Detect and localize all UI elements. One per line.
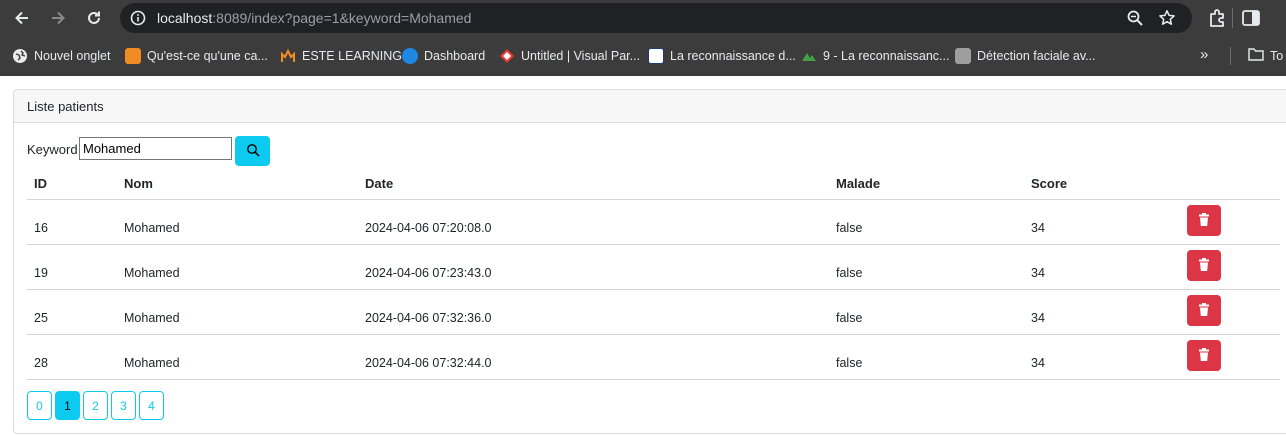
bookmark-label: Détection faciale av... [977,49,1096,63]
site-info-icon[interactable] [130,10,146,26]
side-panel-icon[interactable] [1240,7,1262,29]
table-row: 16 Mohamed 2024-04-06 07:20:08.0 false 3… [27,200,1280,245]
cell-malade: false [836,311,863,325]
bookmark-label: 9 - La reconnaissanc... [823,49,950,63]
page-button-3[interactable]: 3 [111,391,136,420]
delete-button[interactable] [1187,205,1221,236]
patients-card: Liste patients Keyword ID Nom Date Malad… [13,89,1286,434]
cell-id: 28 [34,356,48,370]
delete-button[interactable] [1187,340,1221,371]
bookmark-label: Untitled | Visual Par... [521,49,641,63]
table-row: 28 Mohamed 2024-04-06 07:32:44.0 false 3… [27,335,1280,380]
site-favicon-icon [125,48,141,64]
browser-chrome: localhost:8089/index?page=1&keyword=Moha… [0,0,1286,76]
card-header: Liste patients [14,90,1286,123]
cell-score: 34 [1031,221,1045,235]
cell-date: 2024-04-06 07:23:43.0 [365,266,492,280]
column-header-nom: Nom [124,176,153,191]
cell-nom: Mohamed [124,356,180,370]
bookmark-label: Qu'est-ce qu'une ca... [147,49,268,63]
bookmark-label: ESTE LEARNING [302,49,403,63]
column-header-score: Score [1031,176,1068,191]
cell-score: 34 [1031,356,1045,370]
cell-id: 19 [34,266,48,280]
back-arrow-icon[interactable] [10,6,34,30]
bookmark-item[interactable]: Qu'est-ce qu'une ca... [125,47,268,65]
page-button-2[interactable]: 2 [83,391,108,420]
site-favicon-icon [801,48,817,64]
trash-icon [1198,347,1210,364]
url-path: :8089/index?page=1&keyword=Mohamed [212,10,472,26]
card-title: Liste patients [27,99,104,114]
cell-malade: false [836,221,863,235]
site-favicon-icon [955,48,971,64]
cell-nom: Mohamed [124,311,180,325]
search-button[interactable] [235,136,270,166]
search-icon [246,143,260,160]
cell-date: 2024-04-06 07:32:44.0 [365,356,492,370]
forward-arrow-icon[interactable] [46,6,70,30]
zoom-icon[interactable] [1126,9,1144,27]
folder-icon [1248,47,1264,64]
delete-button[interactable] [1187,250,1221,281]
url-text[interactable]: localhost:8089/index?page=1&keyword=Moha… [157,10,471,26]
delete-button[interactable] [1187,295,1221,326]
cell-date: 2024-04-06 07:32:36.0 [365,311,492,325]
bookmark-label: La reconnaissance d... [670,49,796,63]
table-row: 19 Mohamed 2024-04-06 07:23:43.0 false 3… [27,245,1280,290]
page-button-0[interactable]: 0 [27,391,52,420]
cell-nom: Mohamed [124,221,180,235]
page-button-1[interactable]: 1 [55,391,80,420]
cell-score: 34 [1031,266,1045,280]
url-host: localhost [157,10,213,26]
bookmark-folder[interactable]: To [1248,47,1283,64]
column-header-date: Date [365,176,394,191]
site-favicon-icon [499,48,515,64]
cell-malade: false [836,356,863,370]
cell-nom: Mohamed [124,266,180,280]
page-button-4[interactable]: 4 [139,391,164,420]
cell-id: 16 [34,221,48,235]
reload-icon[interactable] [82,6,106,30]
bookmark-item[interactable]: Untitled | Visual Par... [499,47,640,65]
cell-score: 34 [1031,311,1045,325]
cell-date: 2024-04-06 07:20:08.0 [365,221,492,235]
bookmark-item[interactable]: Nouvel onglet [12,47,110,65]
trash-icon [1198,257,1210,274]
table-header: ID Nom Date Malade Score [27,170,1280,200]
bookmark-label: Dashboard [424,49,486,63]
column-header-id: ID [34,176,47,191]
bookmarks-divider [1230,47,1231,65]
bookmark-item[interactable]: Dashboard [402,47,485,65]
bookmark-item[interactable]: 9 - La reconnaissanc... [801,47,949,65]
more-bookmarks-chevron-icon[interactable]: » [1200,46,1208,63]
browser-toolbar: localhost:8089/index?page=1&keyword=Moha… [0,0,1286,36]
extensions-puzzle-icon[interactable] [1207,7,1229,29]
column-header-malade: Malade [836,176,881,191]
table-row: 25 Mohamed 2024-04-06 07:32:36.0 false 3… [27,290,1280,335]
site-favicon-icon [280,48,296,64]
trash-icon [1198,212,1210,229]
bookmark-item[interactable]: Détection faciale av... [955,47,1096,65]
cell-malade: false [836,266,863,280]
bookmark-folder-label: To [1270,48,1284,63]
globe-icon [12,48,28,64]
bookmark-label: Nouvel onglet [34,49,111,63]
pagination: 0 1 2 3 4 [27,391,164,420]
keyword-label: Keyword [27,142,78,157]
cell-id: 25 [34,311,48,325]
bookmarks-bar: Nouvel onglet Qu'est-ce qu'une ca... EST… [0,36,1286,76]
bookmark-item[interactable]: ESTE LEARNING [280,47,402,65]
address-bar[interactable]: localhost:8089/index?page=1&keyword=Moha… [120,3,1192,33]
bookmark-item[interactable]: La reconnaissance d... [648,47,796,65]
site-favicon-icon [648,48,664,64]
keyword-input[interactable] [79,137,232,160]
toolbar-divider [1232,8,1233,28]
bookmark-star-icon[interactable] [1158,9,1176,27]
trash-icon [1198,302,1210,319]
site-favicon-icon [402,48,418,64]
